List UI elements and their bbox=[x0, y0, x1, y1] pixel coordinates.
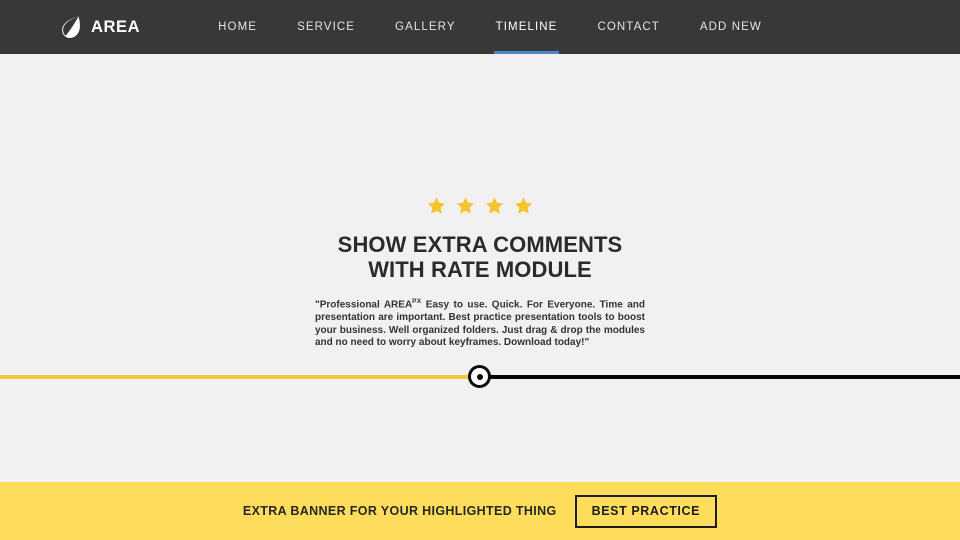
nav-item-label: SERVICE bbox=[297, 21, 356, 33]
nav-item-label: HOME bbox=[218, 21, 258, 33]
timeline-remaining-line bbox=[480, 375, 960, 379]
hero-description-superscript: PX bbox=[412, 298, 422, 305]
bottom-banner: EXTRA BANNER FOR YOUR HIGHLIGHTED THING … bbox=[0, 482, 960, 540]
nav-item-label: TIMELINE bbox=[495, 21, 558, 33]
hero-description: "Professional AREAPX Easy to use. Quick.… bbox=[315, 296, 645, 350]
star-icon bbox=[514, 197, 533, 214]
nav-item-timeline[interactable]: TIMELINE bbox=[476, 0, 578, 54]
timeline-node-icon[interactable] bbox=[468, 365, 491, 388]
brand-logo[interactable]: AREA bbox=[60, 15, 140, 39]
main-navigation: HOME SERVICE GALLERY TIMELINE CONTACT AD… bbox=[198, 0, 782, 54]
hero-title-line-1: SHOW EXTRA COMMENTS bbox=[337, 232, 623, 257]
hero-section: SHOW EXTRA COMMENTS WITH RATE MODULE "Pr… bbox=[0, 54, 960, 482]
hero-description-before: "Professional AREA bbox=[315, 299, 413, 311]
timeline-node-dot bbox=[476, 373, 483, 380]
nav-item-service[interactable]: SERVICE bbox=[277, 0, 375, 54]
best-practice-button[interactable]: BEST PRACTICE bbox=[574, 494, 718, 528]
timeline-progress-line bbox=[0, 375, 480, 379]
brand-name: AREA bbox=[91, 17, 141, 36]
nav-item-add-new[interactable]: ADD NEW bbox=[680, 0, 782, 54]
nav-item-label: GALLERY bbox=[395, 21, 456, 33]
nav-item-label: CONTACT bbox=[597, 21, 660, 33]
rating-stars bbox=[427, 196, 533, 215]
site-header: AREA HOME SERVICE GALLERY TIMELINE CONTA… bbox=[0, 0, 960, 54]
hero-title-line-2: WITH RATE MODULE bbox=[368, 257, 592, 282]
star-icon bbox=[456, 197, 475, 214]
nav-item-contact[interactable]: CONTACT bbox=[577, 0, 679, 54]
nav-item-label: ADD NEW bbox=[699, 21, 762, 33]
nav-item-gallery[interactable]: GALLERY bbox=[375, 0, 476, 54]
hero-title: SHOW EXTRA COMMENTS WITH RATE MODULE bbox=[338, 232, 623, 282]
nav-item-home[interactable]: HOME bbox=[198, 0, 277, 54]
banner-text: EXTRA BANNER FOR YOUR HIGHLIGHTED THING bbox=[242, 504, 557, 518]
timeline-track bbox=[0, 365, 960, 388]
leaf-icon bbox=[62, 16, 80, 39]
star-icon bbox=[427, 197, 446, 214]
star-icon bbox=[485, 197, 504, 214]
